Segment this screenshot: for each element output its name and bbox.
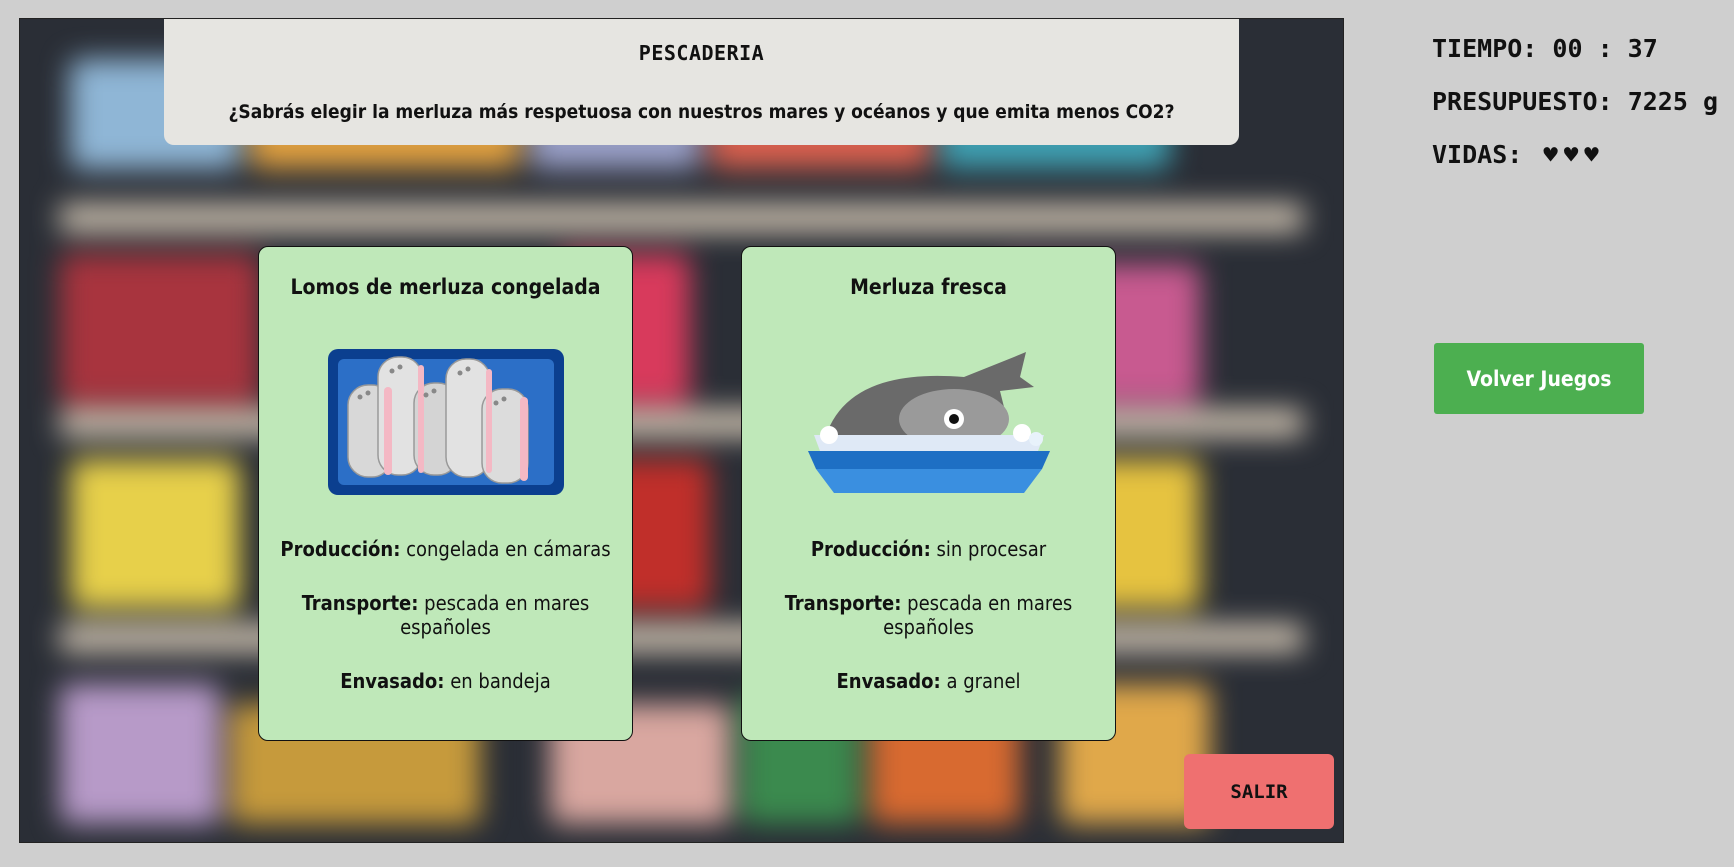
banner-question: ¿Sabrás elegir la merluza más respetuosa… xyxy=(228,101,1175,123)
presupuesto-value: 7225 g CO2 xyxy=(1627,87,1734,116)
volver-juegos-button[interactable]: Volver Juegos xyxy=(1434,343,1644,414)
tiempo-value: 00 : 37 xyxy=(1552,34,1658,63)
card-title: Merluza fresca xyxy=(850,275,1007,299)
option-card-frozen-hake[interactable]: Lomos de merluza congelada Producción: c… xyxy=(258,246,633,741)
lives: VIDAS: ♥ ♥ ♥ xyxy=(1432,140,1734,193)
tiempo-label: TIEMPO: xyxy=(1432,34,1538,63)
card-envasado: Envasado: a granel xyxy=(836,669,1021,693)
hud-panel: TIEMPO: 00 : 37 PRESUPUESTO: 7225 g CO2 … xyxy=(1432,34,1734,193)
timer: TIEMPO: 00 : 37 xyxy=(1432,34,1734,87)
card-transporte: Transporte: pescada en mares españoles xyxy=(301,591,590,639)
card-produccion: Producción: congelada en cámaras xyxy=(280,537,611,561)
salir-button[interactable]: SALIR xyxy=(1184,754,1334,829)
option-card-fresh-hake[interactable]: Merluza fresca Producción: sin procesar … xyxy=(741,246,1116,741)
heart-icon: ♥ xyxy=(1543,141,1558,169)
vidas-label: VIDAS: xyxy=(1432,140,1523,169)
budget: PRESUPUESTO: 7225 g CO2 xyxy=(1432,87,1734,140)
heart-icon: ♥ xyxy=(1563,141,1579,169)
card-transporte: Transporte: pescada en mares españoles xyxy=(784,591,1073,639)
fresh-hake-basket-icon xyxy=(742,337,1115,507)
card-envasado: Envasado: en bandeja xyxy=(340,669,551,693)
heart-icon: ♥ xyxy=(1584,141,1599,169)
frozen-hake-loins-tray-icon xyxy=(259,337,632,507)
game-stage: PESCADERIA ¿Sabrás elegir la merluza más… xyxy=(19,18,1344,843)
card-produccion: Producción: sin procesar xyxy=(810,537,1047,561)
banner-title: PESCADERIA xyxy=(638,41,765,65)
card-title: Lomos de merluza congelada xyxy=(290,275,601,299)
presupuesto-label: PRESUPUESTO: xyxy=(1432,87,1613,116)
lives-hearts: ♥ ♥ ♥ xyxy=(1537,140,1598,169)
title-banner: PESCADERIA ¿Sabrás elegir la merluza más… xyxy=(164,19,1239,145)
